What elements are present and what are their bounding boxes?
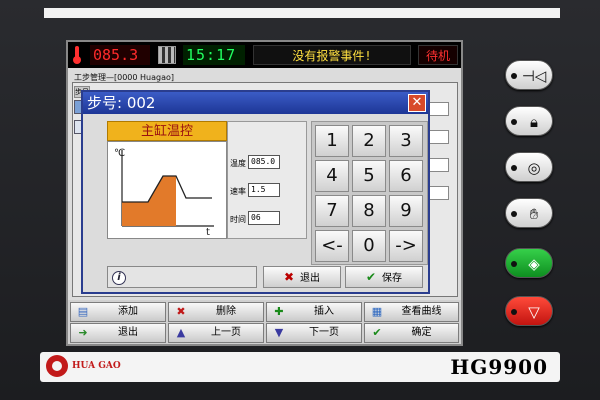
exit-button[interactable]: ➜ 退出 — [70, 323, 166, 343]
dialog-save-button[interactable]: ✔ 保存 — [345, 266, 423, 288]
key-5[interactable]: 5 — [352, 160, 386, 192]
temperature-input[interactable]: 085.0 — [248, 155, 280, 169]
huagao-logo — [46, 355, 68, 377]
temperature-profile-graph: ℃ t — [107, 141, 227, 239]
model-number: HG9900 — [450, 355, 548, 379]
profile-svg: ℃ t — [114, 148, 214, 238]
key-2[interactable]: 2 — [352, 125, 386, 157]
insert-button[interactable]: ✚ 插入 — [266, 302, 362, 322]
key-6[interactable]: 6 — [389, 160, 423, 192]
dialog-save-label: 保存 — [382, 273, 403, 284]
key-0[interactable]: 0 — [352, 230, 386, 262]
info-icon: i — [112, 271, 126, 285]
start-diamond-icon: ◈ — [528, 255, 540, 273]
exit-door-icon: ➜ — [78, 326, 88, 339]
info-message-box: i — [107, 266, 257, 288]
prev-page-label: 上一页 — [211, 327, 241, 338]
delete-label: 删除 — [216, 306, 236, 317]
graph-y-label: ℃ — [114, 148, 125, 159]
side-button-lock[interactable]: 🔒︎ — [505, 106, 553, 136]
dialog-title: 步号: 002 — [83, 92, 428, 114]
add-document-icon: ▤ — [77, 305, 89, 318]
param-label-rate: 速率 — [230, 187, 246, 196]
thermometer-icon — [71, 45, 83, 65]
key-4[interactable]: 4 — [315, 160, 349, 192]
lock-icon: 🔒︎ — [530, 113, 538, 131]
insert-label: 插入 — [314, 306, 334, 317]
speaker-mute-icon: ◎ — [527, 159, 541, 177]
keyboard-grid-icon[interactable] — [158, 46, 176, 64]
close-icon[interactable]: ✕ — [408, 94, 426, 112]
key-9[interactable]: 9 — [389, 195, 423, 227]
param-panel: 温度 085.0 速率 1.5 时间 06 — [227, 121, 307, 239]
bottom-toolbar: ▤ 添加 ✖ 删除 ✚ 插入 ▦ 查看曲线 ➜ 退出 ▲ 上一页 ▼ 下一页 ✔ 确定 — [68, 300, 461, 344]
time-input[interactable]: 06 — [248, 211, 280, 225]
indicator-dot — [511, 73, 517, 79]
delete-button[interactable]: ✖ 删除 — [168, 302, 264, 322]
card-title: 主缸温控 — [107, 121, 227, 141]
indicator-dot — [511, 261, 517, 267]
key-1[interactable]: 1 — [315, 125, 349, 157]
step-dialog: 步号: 002 ✕ 主缸温控 ℃ t 温度 085.0 速率 1.5 时间 06… — [81, 90, 430, 294]
checkmark-icon: ✔ — [372, 326, 382, 339]
stop-button[interactable]: ▽ — [505, 296, 553, 326]
dialog-exit-label: 退出 — [300, 273, 321, 284]
top-strip — [44, 8, 560, 18]
insert-icon: ✚ — [274, 305, 284, 318]
stop-triangle-icon: ▽ — [528, 303, 540, 321]
param-label-temp: 温度 — [230, 159, 246, 168]
checkmark-icon: ✔ — [365, 270, 377, 284]
add-button[interactable]: ▤ 添加 — [70, 302, 166, 322]
key-8[interactable]: 8 — [352, 195, 386, 227]
key-7[interactable]: 7 — [315, 195, 349, 227]
hand-stop-icon: ✋︎ — [529, 205, 539, 223]
indicator-dot — [511, 119, 517, 125]
rate-input[interactable]: 1.5 — [248, 183, 280, 197]
confirm-button[interactable]: ✔ 确定 — [364, 323, 459, 343]
numeric-keypad: 1 2 3 4 5 6 7 8 9 <- 0 -> — [311, 121, 428, 265]
next-page-button[interactable]: ▼ 下一页 — [266, 323, 362, 343]
confirm-label: 确定 — [411, 327, 432, 338]
alarm-message: 没有报警事件! — [253, 45, 411, 65]
view-curve-button[interactable]: ▦ 查看曲线 — [364, 302, 459, 322]
dialog-exit-button[interactable]: ✖ 退出 — [263, 266, 341, 288]
exit-icon: ✖ — [283, 270, 295, 284]
next-page-label: 下一页 — [309, 327, 339, 338]
clock-display: 15:17 — [183, 45, 245, 65]
side-button-silence[interactable]: ◎ — [505, 152, 553, 182]
valve-icon: ⊣◁ — [521, 67, 547, 85]
machine-state: 待机 — [418, 45, 458, 65]
view-curve-label: 查看曲线 — [401, 306, 442, 317]
brand-name: HUA GAO — [72, 361, 121, 371]
indicator-dot — [511, 165, 517, 171]
triangle-up-icon: ▲ — [176, 326, 186, 339]
lcd-screen: 085.3 15:17 没有报警事件! 待机 工步管理—[0000 Huagao… — [66, 40, 463, 346]
triangle-down-icon: ▼ — [274, 326, 284, 339]
key-3[interactable]: 3 — [389, 125, 423, 157]
indicator-dot — [511, 211, 517, 217]
status-bar: 085.3 15:17 没有报警事件! 待机 — [68, 42, 461, 68]
add-label: 添加 — [118, 306, 138, 317]
brand-strip: HUA GAO HG9900 — [40, 352, 560, 382]
side-button-manual[interactable]: ⊣◁ — [505, 60, 553, 90]
graph-x-label: t — [206, 227, 210, 238]
side-button-hold[interactable]: ✋︎ — [505, 198, 553, 228]
start-button[interactable]: ◈ — [505, 248, 553, 278]
param-label-time: 时间 — [230, 215, 246, 224]
key-backspace[interactable]: <- — [315, 230, 349, 262]
delete-icon: ✖ — [176, 305, 186, 318]
curve-chart-icon: ▦ — [371, 305, 383, 318]
exit-label: 退出 — [118, 327, 138, 338]
temperature-display: 085.3 — [90, 45, 150, 65]
prev-page-button[interactable]: ▲ 上一页 — [168, 323, 264, 343]
key-forward[interactable]: -> — [389, 230, 423, 262]
indicator-dot — [511, 309, 517, 315]
